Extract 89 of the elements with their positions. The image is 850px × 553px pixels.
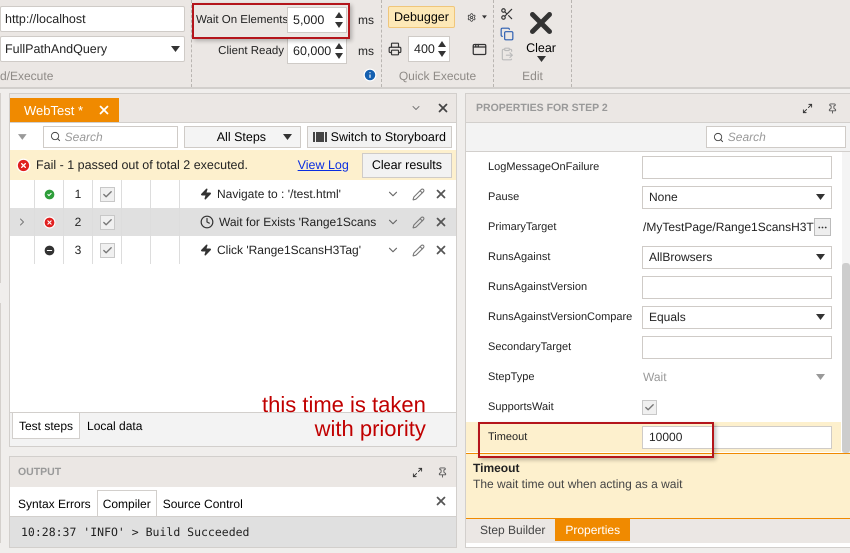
- property-input[interactable]: [642, 276, 832, 298]
- edit-icon[interactable]: [412, 216, 425, 228]
- unit-label: ms: [358, 13, 374, 27]
- url-field[interactable]: http://localhost: [0, 6, 185, 32]
- number-spinner[interactable]: 400: [408, 36, 450, 62]
- scrollbar[interactable]: [842, 152, 850, 453]
- panel-title: PROPERTIES FOR STEP 2: [476, 102, 608, 114]
- annotation-note: this time is taken with priority: [262, 393, 426, 440]
- caret-icon: [171, 46, 180, 52]
- panel-tab[interactable]: Step Builder: [470, 519, 556, 541]
- property-dropdown[interactable]: None: [642, 186, 832, 208]
- steps-filter-dropdown[interactable]: All Steps: [184, 126, 301, 148]
- spin-arrows-icon[interactable]: [335, 42, 343, 60]
- view-log-link[interactable]: View Log: [298, 158, 349, 172]
- filmstrip-icon: [312, 132, 327, 142]
- storyboard-button[interactable]: Switch to Storyboard: [306, 126, 452, 148]
- maximize-icon[interactable]: [802, 102, 813, 114]
- panel-title: OUTPUT: [18, 466, 62, 478]
- spin-arrows-icon[interactable]: [438, 40, 446, 58]
- maximize-icon[interactable]: [412, 466, 423, 478]
- number-spinner[interactable]: 60,000: [287, 38, 347, 64]
- step-row[interactable]: 2 Wait for Exists 'Range1Scans: [10, 208, 456, 236]
- property-label: RunsAgainst: [487, 251, 552, 263]
- caret-icon: [482, 14, 487, 20]
- lightning-icon: [200, 188, 212, 200]
- property-label: PrimaryTarget: [487, 221, 558, 233]
- property-label: SecondaryTarget: [487, 341, 572, 353]
- url-mode-dropdown[interactable]: FullPathAndQuery: [0, 36, 185, 62]
- caret-icon: [282, 134, 292, 140]
- search-icon: [712, 132, 724, 142]
- edit-icon[interactable]: [412, 244, 425, 256]
- property-label: RunsAgainstVersion: [487, 281, 588, 293]
- caret-icon: [536, 56, 546, 62]
- caret-icon: [816, 194, 825, 200]
- number-spinner[interactable]: 5,000: [287, 7, 347, 33]
- close-icon[interactable]: [434, 494, 448, 508]
- property-input[interactable]: 10000: [642, 426, 832, 448]
- result-message: Fail - 1 passed out of total 2 executed.: [36, 158, 249, 172]
- property-label: Pause: [487, 191, 520, 203]
- property-label: SupportsWait: [487, 401, 555, 413]
- search-icon: [50, 131, 61, 142]
- property-dropdown[interactable]: Equals: [642, 306, 832, 328]
- property-dropdown[interactable]: AllBrowsers: [642, 246, 832, 268]
- spin-arrows-icon[interactable]: [335, 11, 343, 29]
- property-label: StepType: [487, 371, 536, 383]
- caret-icon: [816, 254, 825, 260]
- delete-icon[interactable]: [434, 243, 448, 257]
- step-text: Click 'Range1ScansH3Tag': [217, 243, 361, 257]
- group-label: Edit: [521, 69, 544, 83]
- delete-icon[interactable]: [434, 187, 448, 201]
- edit-icon[interactable]: [412, 188, 425, 200]
- caret-icon: [816, 374, 825, 380]
- step-number: 1: [74, 187, 82, 201]
- info-icon[interactable]: [363, 68, 377, 82]
- property-input[interactable]: [642, 336, 832, 358]
- group-label: Quick Execute: [398, 69, 478, 83]
- group-label: d/Execute: [0, 69, 54, 83]
- panel-tab[interactable]: Test steps: [12, 413, 80, 439]
- caret-icon: [816, 314, 825, 320]
- lightning-icon: [200, 244, 212, 256]
- debugger-button[interactable]: Debugger: [388, 6, 455, 28]
- window-icon[interactable]: [472, 42, 487, 56]
- description-text: The wait time out when acting as a wait: [473, 477, 684, 491]
- property-input[interactable]: /MyTestPage/Range1ScansH3T: [642, 216, 832, 238]
- timing-label: Client Ready: [217, 45, 284, 57]
- pin-icon[interactable]: [826, 102, 838, 114]
- printer-icon[interactable]: [388, 42, 402, 56]
- step-text: Wait for Exists 'Range1Scans: [219, 215, 376, 229]
- property-label: LogMessageOnFailure: [487, 161, 600, 173]
- clear-results-button[interactable]: Clear results: [362, 152, 452, 178]
- output-tab[interactable]: Compiler: [96, 490, 157, 516]
- caret-icon[interactable]: [18, 134, 27, 140]
- step-text: Navigate to : '/test.html': [217, 187, 341, 201]
- property-label: Timeout: [487, 431, 528, 443]
- property-input[interactable]: [642, 156, 832, 178]
- cut-icon[interactable]: [500, 7, 514, 21]
- panel-tab[interactable]: Local data: [80, 413, 150, 439]
- step-number: 2: [74, 215, 82, 229]
- copy-icon[interactable]: [500, 27, 514, 41]
- delete-icon[interactable]: [434, 215, 448, 229]
- unit-label: ms: [358, 44, 374, 58]
- description-title: Timeout: [473, 461, 520, 475]
- close-icon[interactable]: [436, 101, 450, 115]
- clock-icon: [200, 215, 214, 229]
- pin-icon[interactable]: [437, 466, 448, 478]
- browse-button[interactable]: [814, 218, 831, 236]
- property-label: RunsAgainstVersionCompare: [487, 311, 634, 323]
- clear-button[interactable]: Clear: [524, 6, 558, 62]
- step-number: 3: [74, 243, 82, 257]
